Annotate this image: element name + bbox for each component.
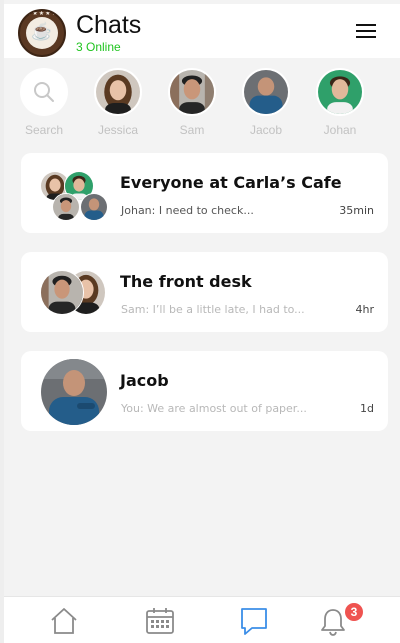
nav-calendar[interactable] <box>144 605 176 637</box>
bottom-nav <box>4 596 400 643</box>
avatar <box>316 68 364 116</box>
chat-preview: Johan: I need to check... <box>121 204 254 217</box>
story-jacob[interactable]: Jacob <box>231 68 301 142</box>
chat-item-carlas-cafe[interactable]: Everyone at Carla’s Cafe Johan: I need t… <box>21 153 388 233</box>
search-icon <box>34 82 54 102</box>
chat-timestamp: 4hr <box>355 303 375 316</box>
chat-preview: You: We are almost out of paper... <box>121 402 307 415</box>
search-button[interactable] <box>20 68 68 116</box>
coffee-cup-icon: ☕ <box>31 22 53 42</box>
hamburger-menu-icon <box>356 24 376 26</box>
nav-home[interactable] <box>48 605 80 637</box>
online-status: 3 Online <box>76 40 121 54</box>
menu-button[interactable] <box>354 21 378 41</box>
nav-chats[interactable] <box>238 605 270 637</box>
story-label: Johan <box>323 123 357 137</box>
avatar <box>94 68 142 116</box>
chat-timestamp: 35min <box>339 204 374 217</box>
chat-app: ★★★★★ ☕ Chats 3 Online Search Jessica Sa… <box>4 0 400 643</box>
avatar <box>80 193 108 221</box>
cafe-logo: ★★★★★ ☕ <box>18 9 66 57</box>
home-icon <box>51 608 77 634</box>
story-label: Search <box>24 123 64 137</box>
chat-icon <box>241 608 267 635</box>
stories-row: Search Jessica Sam Jacob Johan <box>4 68 400 144</box>
calendar-icon <box>146 608 174 634</box>
chat-preview: Sam: I’ll be a little late, I had to... <box>121 303 305 316</box>
story-label: Sam <box>179 123 205 137</box>
avatar <box>41 359 107 425</box>
story-jessica[interactable]: Jessica <box>83 68 153 142</box>
app-header: ★★★★★ ☕ Chats 3 Online <box>4 4 400 58</box>
chat-item-jacob[interactable]: Jacob You: We are almost out of paper...… <box>21 351 388 431</box>
story-sam[interactable]: Sam <box>157 68 227 142</box>
chat-name: Jacob <box>120 371 169 390</box>
avatar <box>52 193 80 221</box>
hamburger-menu-icon <box>356 30 376 32</box>
chat-name: Everyone at Carla’s Cafe <box>120 173 342 192</box>
hamburger-menu-icon <box>356 36 376 38</box>
page-title: Chats <box>76 11 142 39</box>
story-label: Jacob <box>249 123 283 137</box>
avatar <box>242 68 290 116</box>
chat-timestamp: 1d <box>360 402 374 415</box>
story-label: Jessica <box>97 123 138 137</box>
avatar <box>40 270 84 315</box>
notification-badge: 3 <box>345 603 363 621</box>
logo-emblem: ☕ <box>26 17 58 49</box>
story-search[interactable]: Search <box>9 68 79 142</box>
chat-name: The front desk <box>120 272 252 291</box>
story-johan[interactable]: Johan <box>305 68 375 142</box>
chat-item-front-desk[interactable]: The front desk Sam: I’ll be a little lat… <box>21 252 388 332</box>
avatar <box>168 68 216 116</box>
